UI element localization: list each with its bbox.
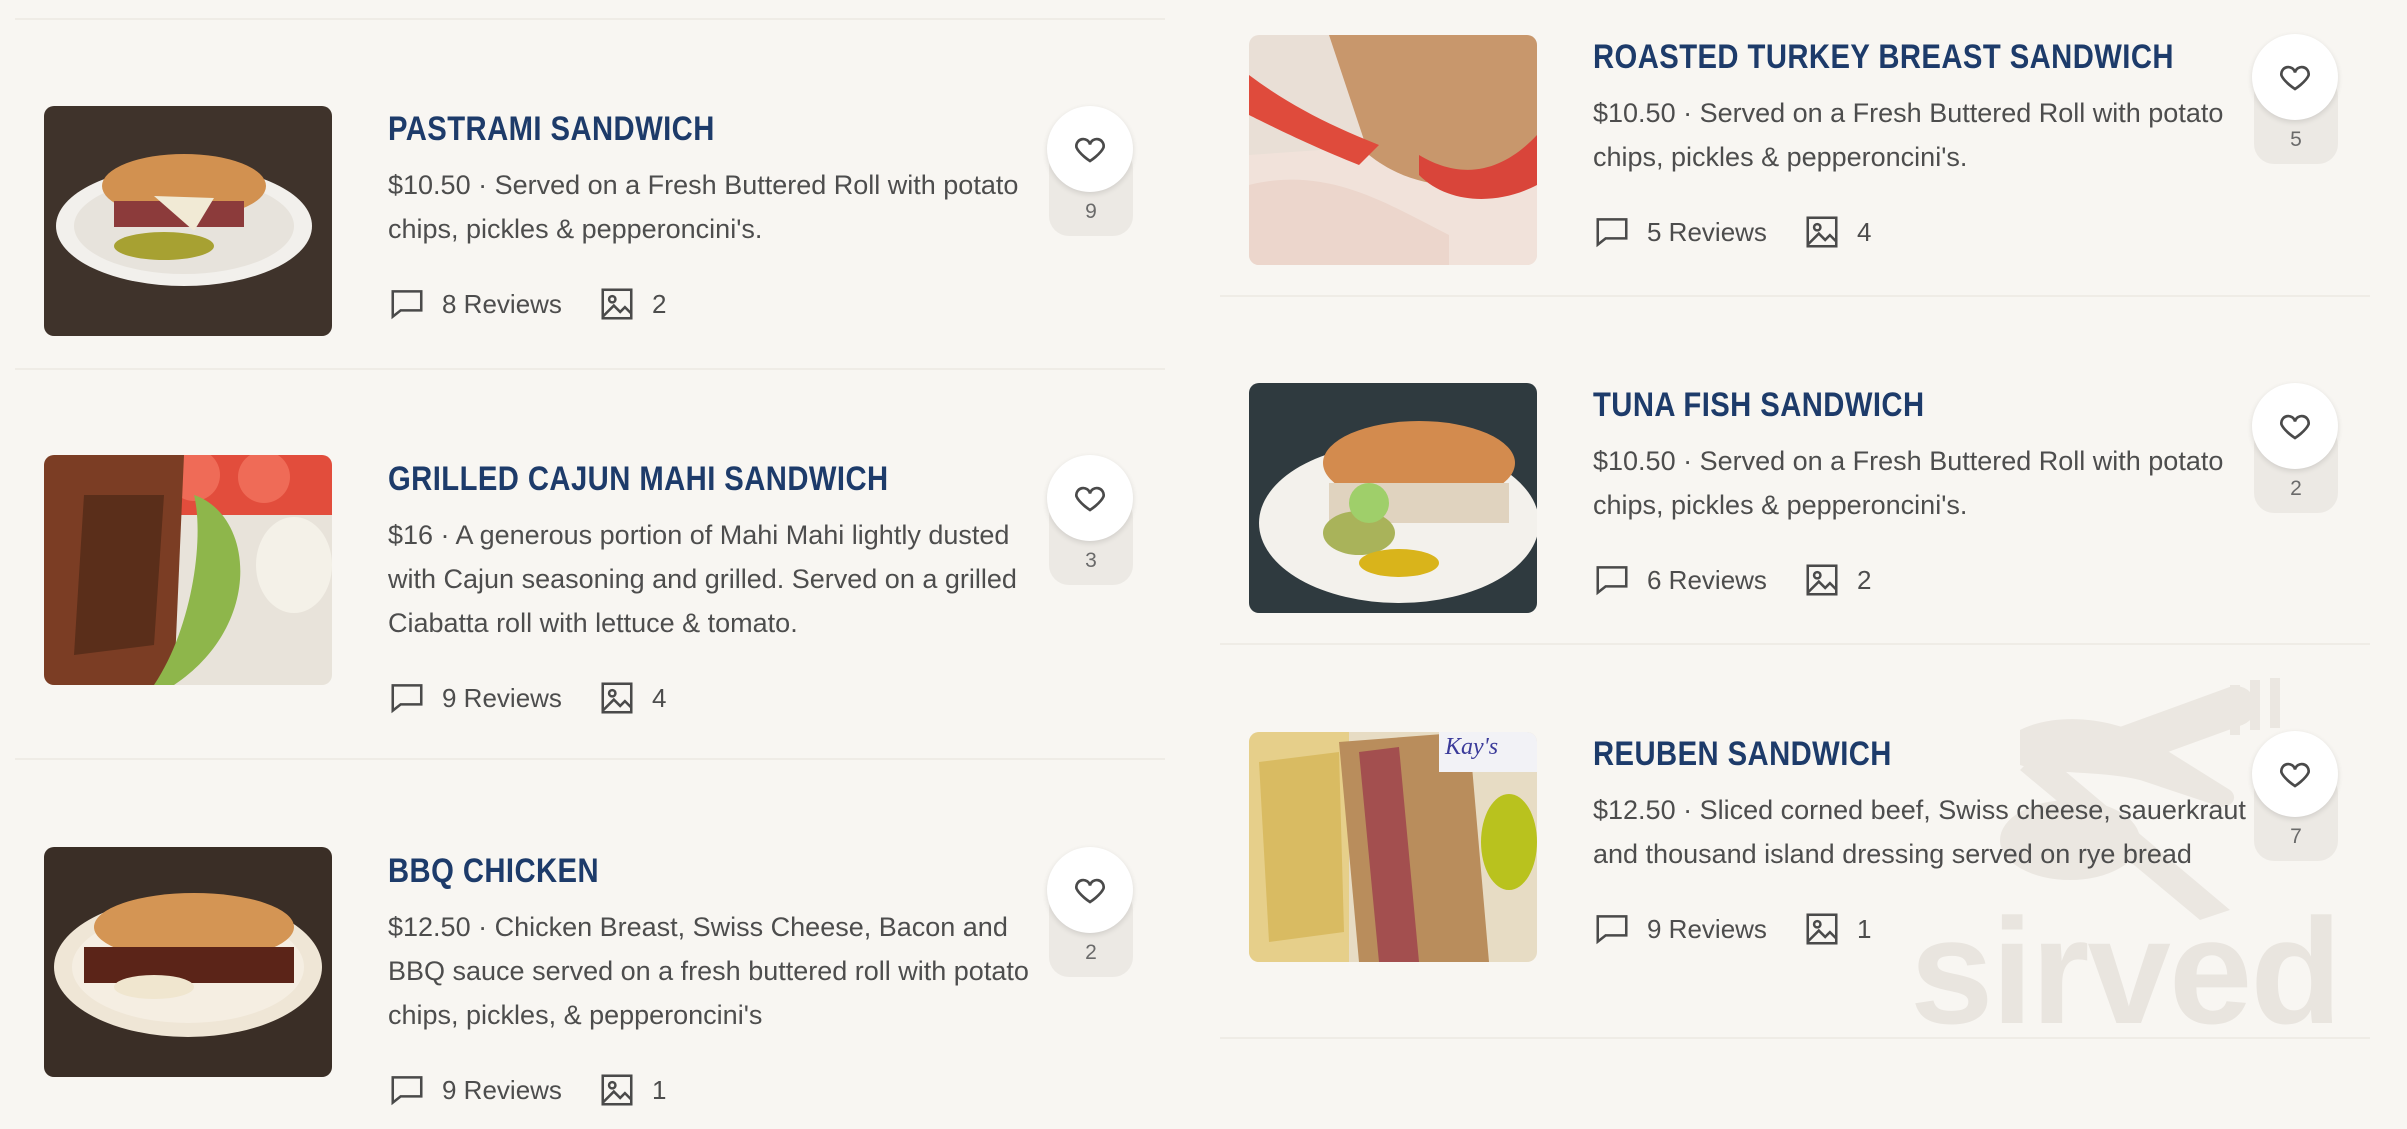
menu-item-photo[interactable] [44, 847, 332, 1077]
menu-item-description: $10.50 · Served on a Fresh Buttered Roll… [1593, 446, 2224, 520]
photos-count: 4 [1856, 216, 1872, 247]
reviews-count: 9 Reviews [442, 682, 562, 713]
divider [1220, 643, 2370, 645]
like-button[interactable] [1047, 847, 1133, 933]
image-icon [1806, 216, 1838, 248]
like-widget: 3 [1047, 455, 1135, 585]
like-count: 3 [1085, 549, 1097, 572]
reviews-count: 6 Reviews [1647, 564, 1767, 595]
like-count: 7 [2290, 825, 2302, 848]
comment-icon [391, 290, 423, 320]
heart-icon [2280, 762, 2310, 788]
menu-item-photo[interactable] [1249, 383, 1537, 613]
photos-count: 2 [1856, 564, 1872, 595]
menu-item-description: $12.50 · Sliced corned beef, Swiss chees… [1593, 795, 2246, 869]
photos-link[interactable]: 1 [598, 1071, 666, 1109]
menu-item-title[interactable]: PASTRAMI SANDWICH [388, 110, 956, 149]
photos-count: 1 [1856, 913, 1872, 944]
like-count: 9 [1085, 200, 1097, 223]
photo-caption: Kay's [1445, 734, 1499, 760]
menu-item-title[interactable]: ROASTED TURKEY BREAST SANDWICH [1593, 38, 2174, 77]
divider [1220, 295, 2370, 297]
photos-count: 2 [651, 288, 667, 319]
like-widget: 7 [2252, 731, 2340, 861]
reviews-link[interactable]: 9 Reviews [388, 1071, 562, 1109]
comment-icon [1596, 218, 1628, 248]
menu-item-description: $10.50 · Served on a Fresh Buttered Roll… [1593, 98, 2224, 172]
reviews-link[interactable]: 9 Reviews [388, 679, 562, 717]
photos-link[interactable]: 4 [598, 679, 666, 717]
photos-count: 4 [651, 682, 667, 713]
menu-item-description: $10.50 · Served on a Fresh Buttered Roll… [388, 170, 1019, 244]
image-icon [601, 288, 633, 320]
like-button[interactable] [2252, 34, 2338, 120]
comment-icon [391, 684, 423, 714]
image-icon [1806, 913, 1838, 945]
like-button[interactable] [2252, 383, 2338, 469]
heart-icon [1075, 486, 1105, 512]
reviews-link[interactable]: 6 Reviews [1593, 561, 1767, 599]
heart-icon [1075, 878, 1105, 904]
menu-item-title[interactable]: TUNA FISH SANDWICH [1593, 386, 2161, 425]
reviews-count: 5 Reviews [1647, 216, 1767, 247]
reviews-count: 9 Reviews [1647, 913, 1767, 944]
divider [15, 758, 1165, 760]
photos-count: 1 [651, 1074, 667, 1105]
comment-icon [1596, 915, 1628, 945]
divider [15, 368, 1165, 370]
image-icon [601, 682, 633, 714]
menu-item-description: $16 · A generous portion of Mahi Mahi li… [388, 520, 1017, 638]
menu-item-title[interactable]: GRILLED CAJUN MAHI SANDWICH [388, 460, 956, 499]
reviews-link[interactable]: 5 Reviews [1593, 213, 1767, 251]
menu-item-photo[interactable] [1249, 35, 1537, 265]
like-count: 2 [1085, 941, 1097, 964]
menu-item-title[interactable]: BBQ CHICKEN [388, 852, 956, 891]
image-icon [601, 1074, 633, 1106]
menu-item-photo[interactable] [44, 455, 332, 685]
like-widget: 2 [1047, 847, 1135, 977]
heart-icon [2280, 414, 2310, 440]
photos-link[interactable]: 2 [598, 285, 666, 323]
reviews-count: 8 Reviews [442, 288, 562, 319]
like-button[interactable] [2252, 731, 2338, 817]
like-button[interactable] [1047, 106, 1133, 192]
comment-icon [1596, 566, 1628, 596]
photos-link[interactable]: 4 [1803, 213, 1871, 251]
photos-link[interactable]: 1 [1803, 910, 1871, 948]
reviews-count: 9 Reviews [442, 1074, 562, 1105]
reviews-link[interactable]: 8 Reviews [388, 285, 562, 323]
like-button[interactable] [1047, 455, 1133, 541]
menu-item-photo[interactable]: Kay's [1249, 732, 1537, 962]
heart-icon [2280, 65, 2310, 91]
reviews-link[interactable]: 9 Reviews [1593, 910, 1767, 948]
divider [1220, 1037, 2370, 1039]
like-count: 2 [2290, 477, 2302, 500]
like-widget: 5 [2252, 34, 2340, 164]
like-widget: 9 [1047, 106, 1135, 236]
photos-link[interactable]: 2 [1803, 561, 1871, 599]
heart-icon [1075, 137, 1105, 163]
menu-item-photo[interactable] [44, 106, 332, 336]
image-icon [1806, 564, 1838, 596]
divider [15, 18, 1165, 20]
comment-icon [391, 1076, 423, 1106]
like-widget: 2 [2252, 383, 2340, 513]
menu-item-title[interactable]: REUBEN SANDWICH [1593, 735, 2161, 774]
like-count: 5 [2290, 128, 2302, 151]
menu-item-description: $12.50 · Chicken Breast, Swiss Cheese, B… [388, 912, 1029, 1030]
